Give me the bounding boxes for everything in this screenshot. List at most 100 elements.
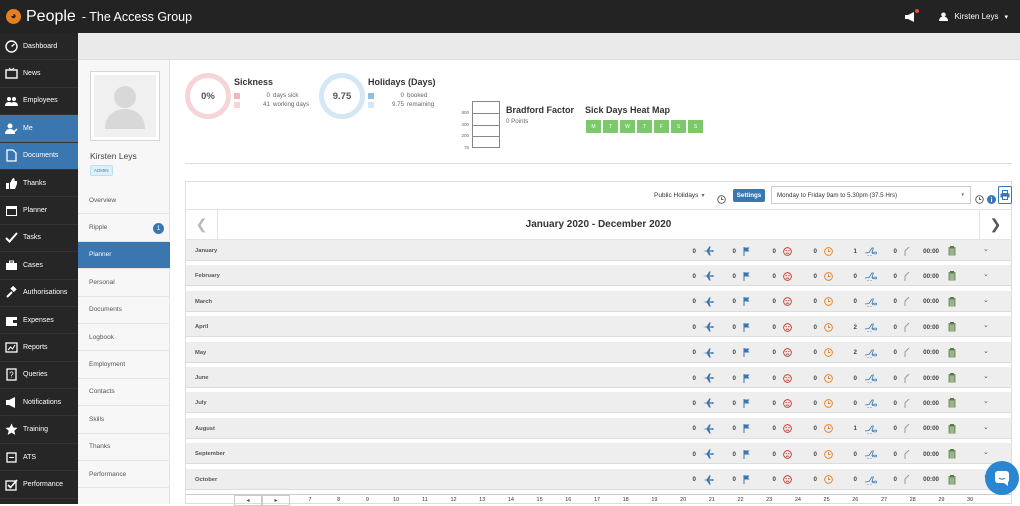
month-row[interactable]: April 0 0 0 0 2 0 00:00 ⌄ — [186, 316, 1011, 338]
announcements-megaphone-icon[interactable] — [904, 8, 920, 22]
other-leave-cell[interactable]: 0 — [726, 373, 751, 383]
chevron-down-icon[interactable]: ⌄ — [983, 347, 989, 355]
other-leave-cell[interactable]: 0 — [726, 398, 751, 408]
other-leave-cell[interactable]: 0 — [726, 322, 751, 332]
sickness-cell[interactable]: 0 — [766, 246, 792, 256]
profile-menu-thanks[interactable]: Thanks — [78, 434, 170, 461]
holiday-cell[interactable]: 0 — [686, 322, 714, 332]
nav-item-documents[interactable]: Documents — [0, 142, 78, 170]
other-leave-cell[interactable]: 0 — [726, 246, 751, 256]
sickness-cell[interactable]: 0 — [766, 322, 792, 332]
nav-item-ats[interactable]: ATS — [0, 444, 78, 472]
time-cell[interactable]: 00:00 — [921, 449, 956, 459]
nav-item-notifications[interactable]: Notifications — [0, 389, 78, 417]
travel-cell[interactable]: 0 — [847, 475, 877, 485]
clock-icon[interactable] — [717, 191, 726, 209]
sickness-cell[interactable]: 0 — [766, 373, 792, 383]
nav-item-dashboard[interactable]: Dashboard — [0, 33, 78, 61]
chevron-down-icon[interactable]: ⌄ — [983, 296, 989, 304]
sickness-cell[interactable]: 0 — [766, 297, 792, 307]
month-row[interactable]: May 0 0 0 0 2 0 00:00 ⌄ — [186, 341, 1011, 363]
sickness-cell[interactable]: 0 — [766, 348, 792, 358]
profile-menu-personal[interactable]: Personal — [78, 269, 170, 297]
month-row[interactable]: January 0 0 0 0 1 0 00:00 ⌄ — [186, 240, 1011, 261]
travel-cell[interactable]: 2 — [847, 348, 877, 358]
travel-cell[interactable]: 0 — [847, 398, 877, 409]
sickness-cell[interactable]: 0 — [766, 398, 792, 408]
nav-item-training[interactable]: Training — [0, 416, 78, 444]
print-button[interactable] — [998, 186, 1012, 204]
chevron-down-icon[interactable]: ⌄ — [983, 321, 989, 329]
profile-menu-logbook[interactable]: Logbook — [78, 324, 170, 352]
schedule-select[interactable]: Monday to Friday 9am to 5.30pm (37.5 Hrs… — [771, 186, 971, 204]
travel-cell[interactable]: 0 — [847, 297, 877, 307]
month-row[interactable]: February 0 0 0 0 0 0 00:00 ⌄ — [186, 265, 1011, 287]
sickness-cell[interactable]: 0 — [766, 271, 792, 281]
lateness-cell[interactable]: 0 — [807, 322, 833, 332]
other-leave-cell[interactable]: 0 — [726, 271, 751, 281]
misc-cell[interactable]: 0 — [887, 424, 910, 434]
misc-cell[interactable]: 0 — [887, 297, 910, 307]
profile-menu-skills[interactable]: Skills — [78, 406, 170, 434]
lateness-cell[interactable]: 0 — [807, 348, 833, 358]
profile-menu-employment[interactable]: Employment — [78, 351, 170, 379]
other-leave-cell[interactable]: 0 — [726, 424, 751, 434]
nav-item-authorisations[interactable]: Authorisations — [0, 280, 78, 307]
time-cell[interactable]: 00:00 — [921, 322, 956, 332]
other-leave-cell[interactable]: 0 — [726, 475, 751, 485]
month-row[interactable]: July 0 0 0 0 0 0 00:00 ⌄ — [186, 392, 1011, 414]
month-row[interactable]: September 0 0 0 0 0 0 00:00 ⌄ — [186, 443, 1011, 465]
time-cell[interactable]: 00:00 — [921, 296, 956, 307]
other-leave-cell[interactable]: 0 — [726, 348, 751, 358]
holiday-cell[interactable]: 0 — [686, 449, 714, 459]
nav-item-performance[interactable]: Performance — [0, 471, 78, 499]
history-clock-icon[interactable] — [975, 191, 984, 209]
nav-item-tasks[interactable]: Tasks — [0, 225, 78, 253]
next-year-button[interactable]: ❯ — [979, 210, 1011, 239]
travel-cell[interactable]: 2 — [847, 322, 877, 333]
chevron-down-icon[interactable]: ⌄ — [983, 372, 989, 380]
chevron-down-icon[interactable]: ⌄ — [983, 245, 989, 253]
time-cell[interactable]: 00:00 — [921, 271, 956, 281]
sickness-cell[interactable]: 0 — [766, 449, 792, 459]
lateness-cell[interactable]: 0 — [807, 424, 833, 434]
day-next-button[interactable]: ▸ — [262, 495, 290, 506]
travel-cell[interactable]: 0 — [847, 449, 877, 460]
day-prev-button[interactable]: ◂ — [234, 495, 262, 506]
lateness-cell[interactable]: 0 — [807, 449, 833, 459]
profile-menu-ripple[interactable]: Ripple 1 — [78, 214, 170, 242]
time-cell[interactable]: 00:00 — [921, 423, 956, 434]
month-row[interactable]: March 0 0 0 0 0 0 00:00 ⌄ — [186, 290, 1011, 312]
profile-menu-overview[interactable]: Overview — [78, 187, 170, 215]
travel-cell[interactable]: 0 — [847, 271, 877, 282]
holiday-cell[interactable]: 0 — [686, 398, 714, 408]
misc-cell[interactable]: 0 — [887, 348, 910, 358]
nav-item-thanks[interactable]: Thanks — [0, 170, 78, 198]
travel-cell[interactable]: 1 — [847, 246, 877, 256]
travel-cell[interactable]: 1 — [847, 424, 877, 434]
nav-item-employees[interactable]: Employees — [0, 88, 78, 116]
profile-menu-documents[interactable]: Documents — [78, 297, 170, 324]
misc-cell[interactable]: 0 — [887, 322, 910, 332]
nav-item-me[interactable]: Me — [0, 115, 78, 143]
other-leave-cell[interactable]: 0 — [726, 449, 751, 459]
holiday-cell[interactable]: 0 — [686, 475, 714, 485]
holiday-cell[interactable]: 0 — [686, 271, 714, 281]
nav-item-cases[interactable]: Cases — [0, 252, 78, 280]
month-row[interactable]: June 0 0 0 0 0 0 00:00 ⌄ — [186, 367, 1011, 388]
holiday-cell[interactable]: 0 — [686, 246, 714, 256]
lateness-cell[interactable]: 0 — [807, 297, 833, 307]
chevron-down-icon[interactable]: ⌄ — [983, 448, 989, 456]
public-holidays-dropdown[interactable]: Public Holidays ▾ — [654, 192, 704, 199]
lateness-cell[interactable]: 0 — [807, 271, 833, 281]
misc-cell[interactable]: 0 — [887, 449, 910, 459]
nav-item-reports[interactable]: Reports — [0, 334, 78, 362]
nav-item-expenses[interactable]: Expenses — [0, 307, 78, 335]
misc-cell[interactable]: 0 — [887, 398, 910, 408]
info-icon[interactable] — [987, 191, 996, 209]
chevron-down-icon[interactable]: ⌄ — [983, 397, 989, 405]
holiday-cell[interactable]: 0 — [686, 297, 714, 307]
profile-menu-planner[interactable]: Planner — [78, 241, 170, 270]
month-row[interactable]: August 0 0 0 0 1 0 00:00 ⌄ — [186, 417, 1011, 439]
profile-menu-performance[interactable]: Performance — [78, 461, 170, 489]
